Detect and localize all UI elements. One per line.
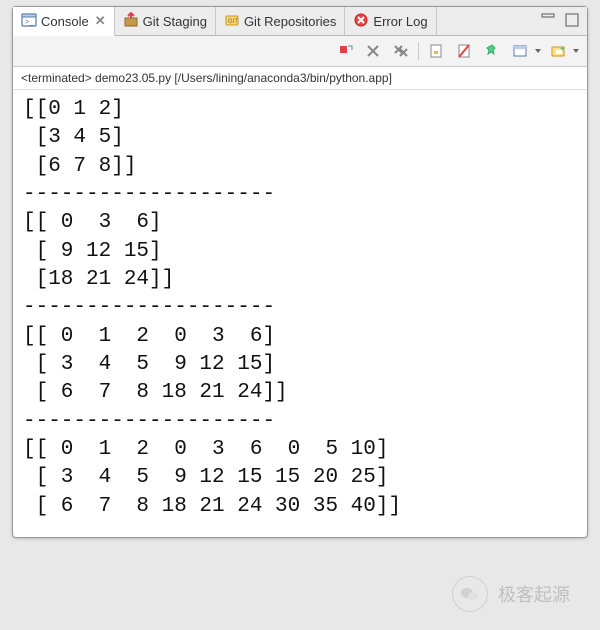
git-repos-icon: GIT [224,12,240,31]
dropdown-icon[interactable] [573,49,579,53]
minimize-icon[interactable] [541,13,555,30]
watermark-text: 极客起源 [498,581,570,607]
terminate-relaunch-button[interactable] [334,40,356,62]
svg-text:GIT: GIT [228,19,238,25]
launch-status: <terminated> demo23.05.py [/Users/lining… [13,67,587,90]
maximize-icon[interactable] [565,13,579,30]
ide-panel: >_ Console ✕ Git Staging GIT Git Reposit… [12,6,588,538]
tab-label: Console [41,14,89,29]
watermark: 极客起源 [452,576,570,612]
view-controls [533,7,587,35]
tab-git-repositories[interactable]: GIT Git Repositories [216,7,345,35]
clear-console-button[interactable] [453,40,475,62]
svg-text:+: + [560,44,565,53]
remove-all-button[interactable] [390,40,412,62]
console-icon: >_ [21,12,37,31]
display-selected-button[interactable] [509,40,531,62]
tab-label: Git Staging [143,14,207,29]
wechat-icon [452,576,488,612]
remove-launch-button[interactable] [362,40,384,62]
dropdown-icon[interactable] [535,49,541,53]
tab-label: Error Log [373,14,427,29]
tab-error-log[interactable]: Error Log [345,7,436,35]
console-toolbar: + [13,36,587,67]
open-console-button[interactable]: + [547,40,569,62]
status-text: <terminated> demo23.05.py [/Users/lining… [21,71,392,85]
tab-git-staging[interactable]: Git Staging [115,7,216,35]
tab-label: Git Repositories [244,14,336,29]
git-staging-icon [123,12,139,31]
svg-text:>_: >_ [25,19,33,26]
tab-bar: >_ Console ✕ Git Staging GIT Git Reposit… [13,7,587,36]
error-log-icon [353,12,369,31]
close-icon[interactable]: ✕ [95,13,106,29]
tab-console[interactable]: >_ Console ✕ [13,7,115,36]
scroll-lock-button[interactable] [425,40,447,62]
console-output[interactable]: [[0 1 2] [3 4 5] [6 7 8]] --------------… [13,90,587,537]
pin-console-button[interactable] [481,40,503,62]
